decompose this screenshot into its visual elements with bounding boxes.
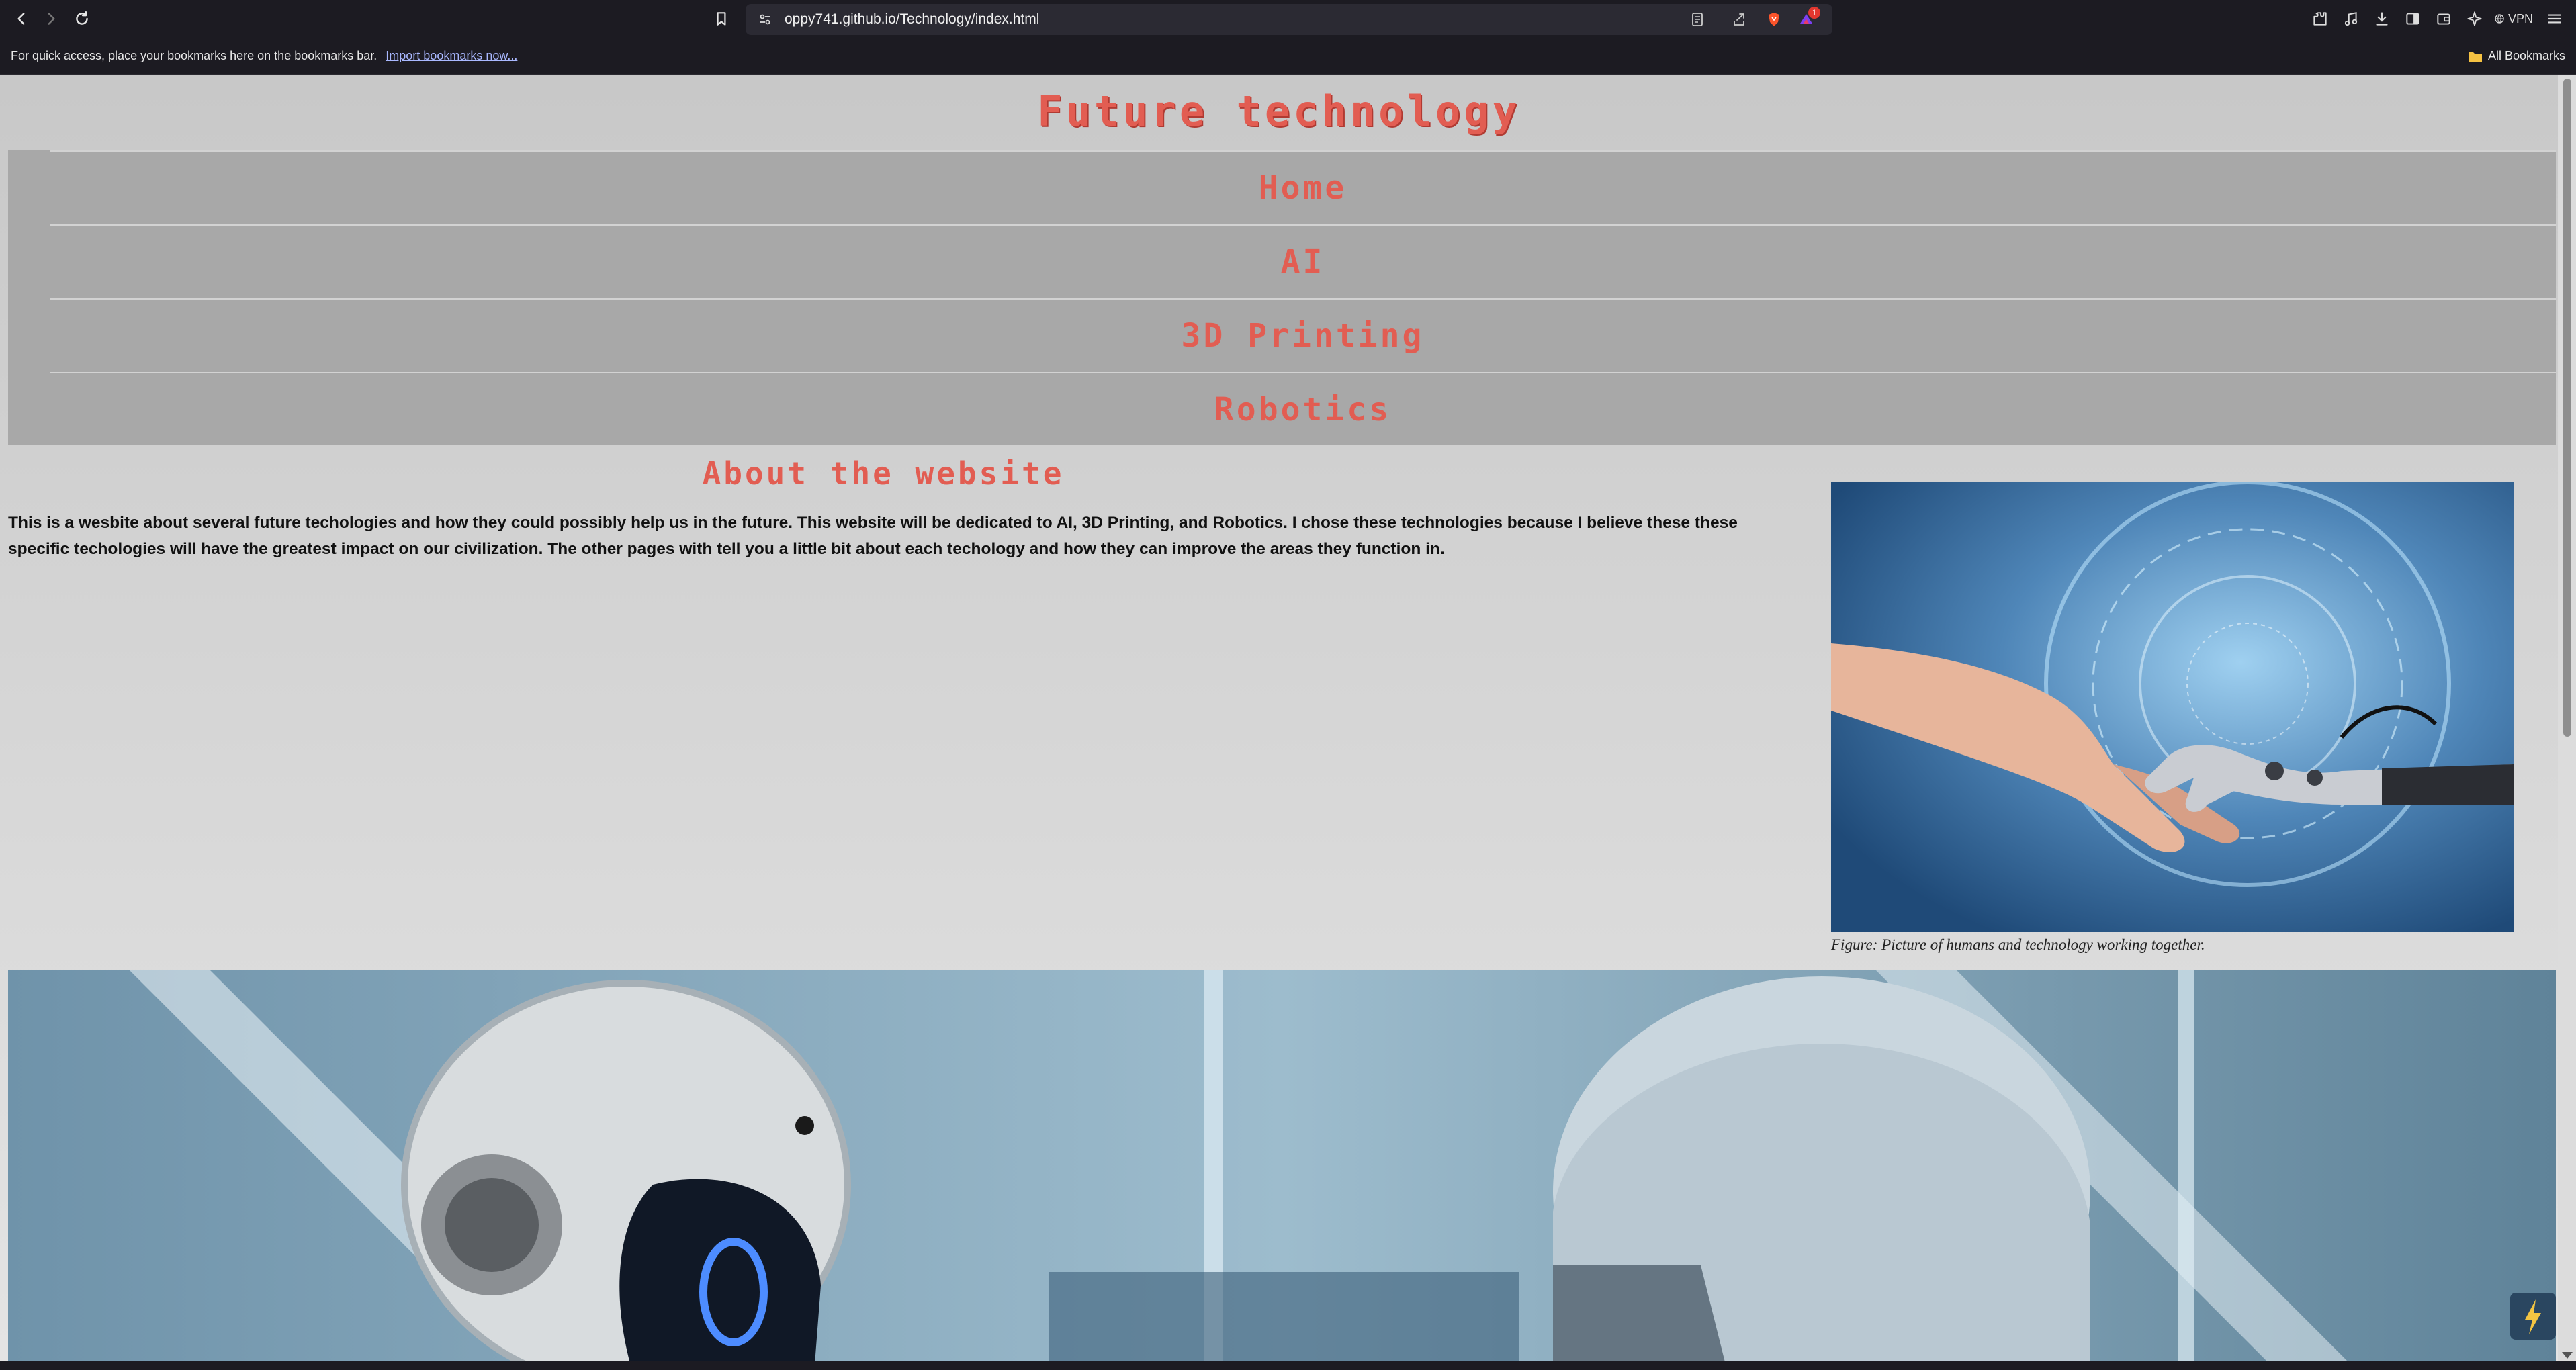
extensions-icon[interactable] (2308, 7, 2332, 31)
import-bookmarks-link[interactable]: Import bookmarks now... (386, 49, 517, 62)
all-bookmarks-button[interactable]: All Bookmarks (2468, 38, 2565, 74)
page-viewport: Future technology Home AI 3D Printing Ro… (0, 75, 2558, 1361)
share-icon[interactable] (1730, 11, 1748, 28)
address-bar[interactable]: oppy741.github.io/Technology/index.html … (746, 4, 1832, 35)
site-title: Future technology (1037, 87, 1521, 136)
vpn-button[interactable]: VPN (2493, 12, 2533, 26)
url-text[interactable]: oppy741.github.io/Technology/index.html (785, 4, 1039, 35)
lightning-icon (2525, 1299, 2541, 1334)
reader-mode-icon[interactable] (1689, 11, 1706, 28)
leo-ai-icon[interactable] (2462, 7, 2487, 31)
about-paragraph: This is a wesbite about several future t… (8, 514, 1738, 558)
scrollbar-thumb[interactable] (2563, 79, 2571, 737)
nav-link-3d-printing[interactable]: 3D Printing (50, 298, 2556, 372)
back-icon[interactable] (9, 7, 34, 31)
site-settings-icon[interactable] (756, 11, 774, 28)
brave-shields-icon[interactable] (1765, 11, 1783, 28)
nav-link-robotics[interactable]: Robotics (50, 372, 2556, 446)
nav-link-home[interactable]: Home (50, 150, 2556, 224)
menu-icon[interactable] (2542, 7, 2567, 31)
folder-icon (2468, 52, 2482, 62)
page-scrollbar[interactable] (2558, 75, 2576, 1361)
hero-image-robot-and-scientist (8, 970, 2556, 1361)
all-bookmarks-label: All Bookmarks (2487, 49, 2565, 62)
downloads-icon[interactable] (2370, 7, 2394, 31)
floating-widget[interactable] (2510, 1293, 2556, 1340)
notification-badge: 1 (1808, 7, 1820, 19)
sidebar-icon[interactable] (2401, 7, 2425, 31)
media-icon[interactable] (2339, 7, 2363, 31)
reload-icon[interactable] (70, 7, 94, 31)
figure-human-robot-handshake (1831, 482, 2514, 932)
bookmarks-hint: For quick access, place your bookmarks h… (11, 49, 377, 62)
site-nav: Home AI 3D Printing Robotics (8, 150, 2556, 445)
window-bottom-edge (0, 1361, 2576, 1370)
forward-icon[interactable] (39, 7, 63, 31)
bookmarks-bar: For quick access, place your bookmarks h… (0, 38, 2576, 75)
about-heading: About the website (702, 455, 1065, 492)
nav-link-ai[interactable]: AI (50, 224, 2556, 298)
figure-caption: Figure: Picture of humans and technology… (1831, 936, 2205, 953)
bookmark-icon[interactable] (709, 7, 734, 31)
wallet-icon[interactable] (2432, 7, 2456, 31)
scroll-down-icon[interactable] (2562, 1352, 2573, 1359)
globe-icon (2495, 14, 2504, 24)
browser-toolbar: oppy741.github.io/Technology/index.html … (0, 0, 2576, 38)
vpn-label: VPN (2508, 11, 2534, 26)
